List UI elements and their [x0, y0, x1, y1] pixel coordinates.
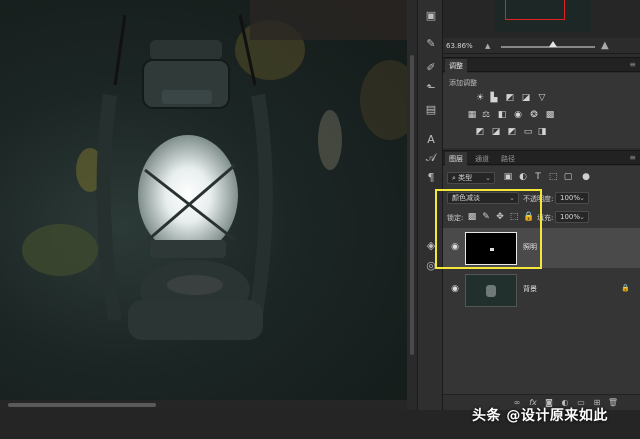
paragraph-icon[interactable]: ¶ [423, 170, 439, 186]
lock-label: 锁定: [447, 214, 464, 222]
opacity-label: 不透明度: [523, 195, 554, 203]
layer-row-lighting[interactable]: ◉ 照明 [443, 228, 640, 268]
levels-icon[interactable]: ▙ [489, 94, 499, 103]
document-canvas[interactable] [0, 0, 407, 410]
exposure-icon[interactable]: ◪ [521, 94, 531, 103]
filter-type-icon[interactable]: T [533, 172, 543, 182]
layer-filter-value: 类型 [458, 174, 473, 182]
chevron-down-icon: ⌄ [579, 194, 585, 202]
trash-icon[interactable]: 🗑 [607, 397, 619, 409]
right-panels: 63.86% ▲ ▲ 调整 ≡ 添加调整 ☀ ▙ ◩ ◪ ▽ ▦ ⚖ ◧ ◉ ❂… [443, 0, 640, 410]
navigator-preview[interactable] [495, 0, 591, 32]
path-icon[interactable]: ◎ [423, 258, 439, 274]
layer-filter-select[interactable]: ⌕ 类型 ⌄ [447, 172, 495, 184]
history-icon[interactable]: ▣ [423, 8, 439, 24]
tab-channels[interactable]: 通道 [471, 154, 493, 166]
opacity-field[interactable]: 100% ⌄ [555, 192, 589, 204]
filter-pixel-icon[interactable]: ▣ [503, 172, 513, 182]
glyph-icon[interactable]: 𝒜 [423, 150, 439, 166]
adjustments-panel: 添加调整 ☀ ▙ ◩ ◪ ▽ ▦ ⚖ ◧ ◉ ❂ ▩ ◩ ◪ ◩ ▭ ◨ [443, 73, 640, 148]
panel-menu-icon[interactable]: ≡ [629, 60, 636, 69]
watermark: 头条 @设计原来如此 [472, 408, 608, 424]
zoom-out-icon[interactable]: ▲ [485, 42, 490, 50]
brightness-icon[interactable]: ☀ [475, 94, 485, 103]
layer-thumbnail[interactable] [465, 274, 517, 307]
channel-mixer-icon[interactable]: ❂ [529, 111, 539, 120]
layer-thumbnail[interactable] [465, 232, 517, 265]
tab-layers[interactable]: 图层 [445, 152, 467, 166]
layers-panel-menu-icon[interactable]: ≡ [629, 153, 636, 162]
curves-icon[interactable]: ◩ [505, 94, 515, 103]
layer-row-background[interactable]: ◉ 背景 🔒 [443, 270, 640, 310]
hue-saturation-icon[interactable]: ▦ [467, 111, 477, 120]
lantern-photo [22, 0, 407, 340]
zoom-slider[interactable] [501, 46, 595, 48]
tab-paths[interactable]: 路径 [497, 154, 519, 166]
zoom-in-icon[interactable]: ▲ [601, 40, 609, 51]
blend-mode-value: 颜色减淡 [452, 194, 480, 202]
tab-adjustments[interactable]: 调整 [445, 59, 467, 73]
chevron-down-icon: ⌄ [579, 213, 585, 221]
navigator-panel [443, 0, 640, 38]
fill-field[interactable]: 100% ⌄ [555, 211, 589, 223]
chevron-down-icon: ⌄ [485, 174, 491, 182]
add-adjustment-label: 添加调整 [449, 79, 477, 87]
blend-mode-select[interactable]: 颜色减淡 ⌄ [447, 192, 519, 204]
horizontal-scroll-thumb[interactable] [8, 403, 156, 407]
threshold-icon[interactable]: ◩ [507, 128, 517, 137]
visibility-eye-icon[interactable]: ◉ [450, 284, 460, 294]
layers-tabbar: 图层 通道 路径 ≡ [443, 150, 640, 166]
gradient-map-icon[interactable]: ▭ [523, 128, 533, 137]
navigator-zoom-row: 63.86% ▲ ▲ [443, 38, 640, 54]
filter-adjustment-icon[interactable]: ◐ [518, 172, 528, 182]
opacity-value: 100% [560, 194, 581, 202]
lock-image-icon[interactable]: ✎ [481, 212, 491, 222]
layer-thumb-highlight [490, 248, 494, 251]
fill-value: 100% [560, 213, 581, 221]
color-balance-icon[interactable]: ⚖ [481, 111, 491, 120]
brush-icon[interactable]: ⬑ [423, 80, 439, 96]
invert-icon[interactable]: ◩ [475, 128, 485, 137]
fill-label: 填充: [537, 214, 554, 222]
filter-smart-object-icon[interactable]: ▢ [563, 172, 573, 182]
brush-preset-icon[interactable]: ✎ [423, 36, 439, 52]
lock-artboard-icon[interactable]: ⬚ [509, 212, 519, 222]
3d-icon[interactable]: ◈ [423, 238, 439, 254]
lock-position-icon[interactable]: ✥ [495, 212, 505, 222]
character-icon[interactable]: A [423, 132, 439, 148]
vertical-scrollbar[interactable] [407, 0, 417, 410]
paragraph-style-icon[interactable]: ▤ [423, 102, 439, 118]
photo-filter-icon[interactable]: ◉ [513, 111, 523, 120]
layer-lock-icon: 🔒 [621, 284, 630, 292]
panel-tool-strip: ▣ ✎ ✐ ⬑ ▤ A 𝒜 ¶ ◈ ◎ [417, 0, 443, 410]
chevron-down-icon: ⌄ [509, 194, 515, 202]
lock-transparent-icon[interactable]: ▩ [467, 212, 477, 222]
visibility-eye-icon[interactable]: ◉ [450, 242, 460, 252]
vibrance-icon[interactable]: ▽ [537, 94, 547, 103]
layer-thumb-lantern [486, 285, 496, 297]
posterize-icon[interactable]: ◪ [491, 128, 501, 137]
layers-panel: ⌕ 类型 ⌄ ▣ ◐ T ⬚ ▢ ● 颜色减淡 ⌄ 不透明度: 100% ⌄ 锁… [443, 166, 640, 410]
selective-color-icon[interactable]: ◨ [537, 128, 547, 137]
adjustments-tabbar: 调整 ≡ [443, 57, 640, 73]
layer-name[interactable]: 背景 [523, 284, 537, 294]
filter-toggle-icon[interactable]: ● [581, 172, 591, 182]
horizontal-scrollbar[interactable] [0, 400, 407, 410]
zoom-value[interactable]: 63.86% [446, 42, 473, 50]
black-white-icon[interactable]: ◧ [497, 111, 507, 120]
color-lookup-icon[interactable]: ▩ [545, 111, 555, 120]
tool-preset-icon[interactable]: ✐ [423, 60, 439, 76]
search-icon: ⌕ [452, 174, 456, 182]
lock-all-icon[interactable]: 🔒 [523, 212, 534, 222]
navigator-view-box[interactable] [505, 0, 565, 20]
vertical-scroll-thumb[interactable] [410, 55, 414, 355]
layer-name[interactable]: 照明 [523, 242, 537, 252]
zoom-slider-knob[interactable] [549, 41, 557, 47]
filter-shape-icon[interactable]: ⬚ [548, 172, 558, 182]
